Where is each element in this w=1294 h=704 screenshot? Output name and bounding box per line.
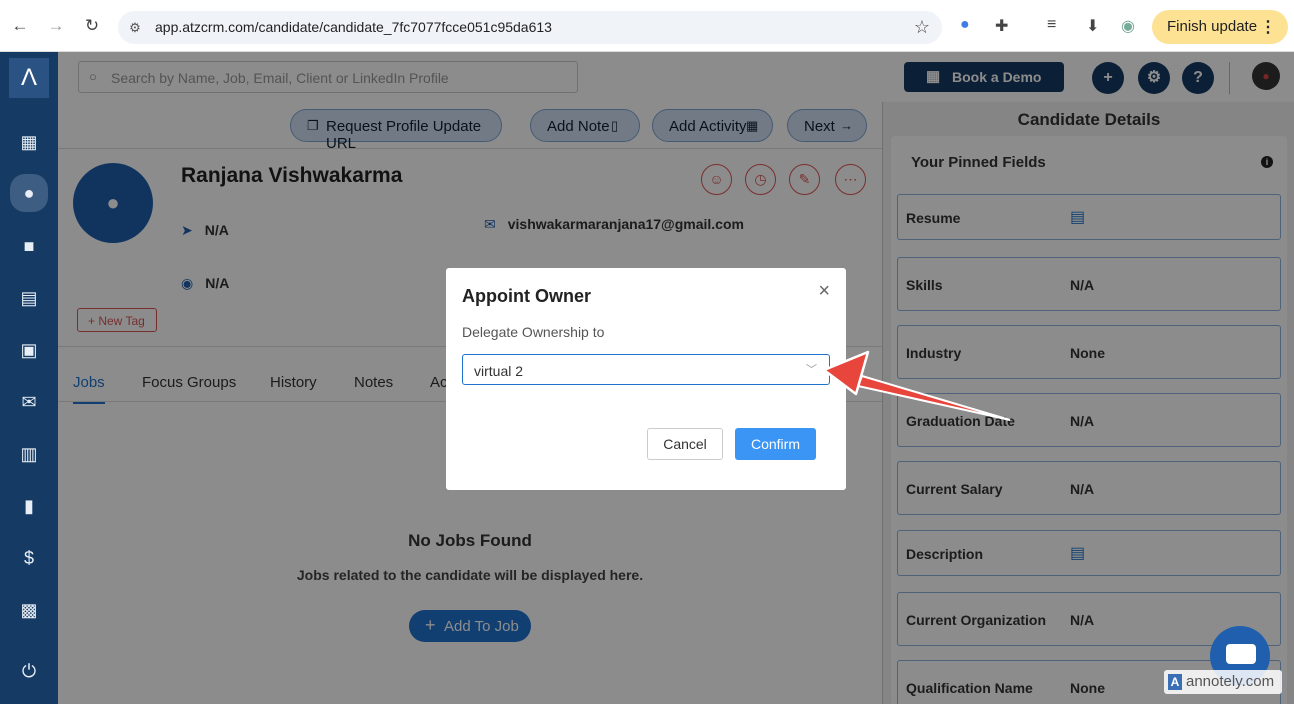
watermark: A annotely.com [1164, 670, 1282, 694]
calendar-icon[interactable]: ▥ [14, 439, 44, 469]
owner-select[interactable]: virtual 2 ﹀ [462, 354, 830, 385]
extensions-puzzle-icon[interactable]: ✚ [995, 16, 1008, 36]
dashboard-icon[interactable]: ▦ [14, 127, 44, 157]
bookmark-star-icon[interactable]: ☆ [914, 17, 930, 38]
download-icon[interactable]: ⬇ [1086, 16, 1099, 36]
browser-chrome: ← → ↻ ⚙ app.atzcrm.com/candidate/candida… [0, 0, 1294, 52]
media-queue-icon[interactable]: ≡ [1047, 16, 1056, 34]
finish-update-button[interactable]: Finish update ⋮ [1152, 10, 1288, 44]
address-bar[interactable]: ⚙ app.atzcrm.com/candidate/candidate_7fc… [118, 11, 942, 44]
profile-globe-icon[interactable]: ◉ [1121, 16, 1135, 36]
cancel-button[interactable]: Cancel [647, 428, 723, 460]
chat-bubble-icon [1226, 644, 1256, 664]
watermark-logo-icon: A [1168, 674, 1182, 690]
close-icon[interactable]: × [818, 280, 830, 303]
jobs-icon[interactable]: ■ [14, 231, 44, 261]
billing-icon[interactable]: $ [14, 543, 44, 573]
confirm-button[interactable]: Confirm [735, 428, 816, 460]
reports-icon[interactable]: ▮ [14, 491, 44, 521]
url-text: app.atzcrm.com/candidate/candidate_7fc70… [155, 19, 552, 35]
clients-icon[interactable]: ▤ [14, 283, 44, 313]
more-menu-icon[interactable]: ⋮ [1260, 17, 1276, 37]
appoint-owner-modal: Appoint Owner × Delegate Ownership to vi… [446, 268, 846, 490]
app-sidebar: Λ ▦ ● ■ ▤ ▣ ✉ ▥ ▮ $ ▩ ⏻ [0, 52, 58, 704]
power-icon[interactable]: ⏻ [14, 656, 44, 686]
app-logo[interactable]: Λ [9, 58, 49, 98]
extension-dot-icon[interactable]: ● [960, 16, 970, 34]
finish-update-label: Finish update [1167, 18, 1258, 35]
mail-icon[interactable]: ✉ [14, 387, 44, 417]
back-icon[interactable]: ← [9, 16, 31, 36]
reload-icon[interactable]: ↻ [81, 16, 103, 36]
site-info-icon[interactable]: ⚙ [126, 19, 144, 37]
chevron-down-icon: ﹀ [806, 364, 817, 376]
watermark-text: annotely.com [1186, 673, 1275, 690]
candidates-icon[interactable]: ● [10, 174, 48, 212]
delegate-label: Delegate Ownership to [462, 324, 605, 340]
media-icon[interactable]: ▩ [14, 595, 44, 625]
contacts-icon[interactable]: ▣ [14, 335, 44, 365]
forward-icon[interactable]: → [45, 16, 67, 36]
modal-title: Appoint Owner [462, 286, 591, 306]
owner-select-value: virtual 2 [474, 363, 524, 379]
